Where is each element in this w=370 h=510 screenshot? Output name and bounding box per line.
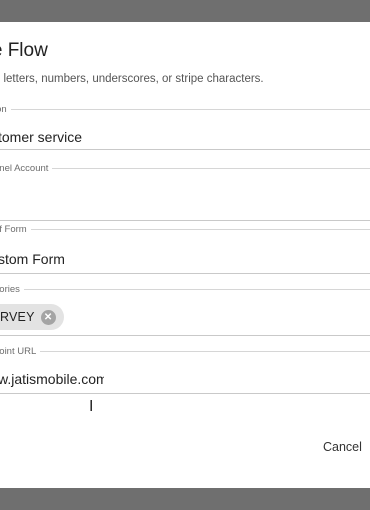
redacted-area	[104, 371, 154, 391]
categories-field[interactable]: gories RVEY ✕	[0, 284, 370, 336]
category-chip-label: RVEY	[0, 310, 35, 324]
type-of-form-field[interactable]: of Form stom Form	[0, 224, 370, 274]
categories-label: gories	[0, 284, 20, 295]
endpoint-url-input[interactable]: w.jatismobile.com/\	[0, 371, 115, 387]
text-cursor-icon: I	[89, 397, 94, 415]
description-label: ion	[0, 104, 7, 115]
endpoint-url-field[interactable]: point URL w.jatismobile.com/\	[0, 346, 370, 394]
endpoint-url-label: point URL	[0, 346, 37, 357]
cancel-button[interactable]: Cancel	[323, 440, 362, 454]
description-value: tomer service	[0, 129, 83, 145]
dialog-title: ate Flow	[0, 40, 48, 61]
category-chip[interactable]: RVEY ✕	[0, 304, 64, 330]
type-of-form-label: of Form	[0, 224, 27, 235]
channel-account-value	[0, 186, 132, 212]
backdrop-bottom	[0, 488, 370, 510]
description-field[interactable]: ion tomer service	[0, 104, 370, 150]
create-flow-dialog: ate Flow case letters, numbers, undersco…	[0, 22, 370, 488]
dialog-hint: case letters, numbers, underscores, or s…	[0, 73, 264, 85]
channel-account-label: nnel Account	[0, 163, 49, 174]
type-of-form-value: stom Form	[0, 251, 65, 267]
channel-account-field[interactable]: nnel Account	[0, 163, 370, 221]
backdrop-top	[0, 0, 370, 22]
close-circle-icon[interactable]: ✕	[40, 309, 56, 325]
